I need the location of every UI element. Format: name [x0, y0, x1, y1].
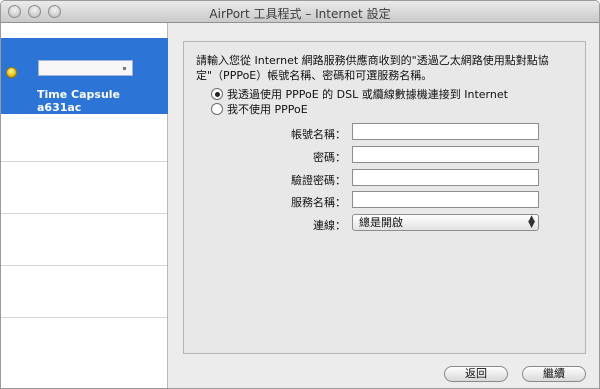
status-light-icon [6, 67, 17, 78]
radio-use-pppoe[interactable]: 我透過使用 PPPoE 的 DSL 或纜線數據機連接到 Internet [211, 86, 508, 102]
sidebar-empty-row [1, 214, 167, 266]
radio-button-checked[interactable] [211, 88, 223, 100]
sidebar-empty-row [1, 266, 167, 318]
device-name: Time Capsule a631ac [37, 88, 121, 114]
verify-password-field[interactable] [352, 169, 539, 186]
instruction-text: 請輸入您從 Internet 網路服務供應商收到的"透過乙太網路使用點對點協定"… [196, 54, 549, 82]
connection-label: 連線： [313, 219, 346, 232]
account-name-field[interactable] [352, 123, 539, 140]
title-bar: AirPort 工具程式 – Internet 設定 [1, 1, 599, 23]
sidebar-empty-row [1, 114, 167, 162]
connection-popup[interactable]: 總是開啟 ▲ ▼ [352, 214, 539, 231]
password-label: 密碼： [313, 151, 346, 164]
service-name-field[interactable] [352, 191, 539, 208]
radio-label: 我透過使用 PPPoE 的 DSL 或纜線數據機連接到 Internet [227, 88, 508, 101]
connection-value: 總是開啟 [359, 216, 403, 229]
up-down-arrows-icon: ▲ ▼ [528, 214, 535, 230]
device-image [38, 60, 133, 76]
back-button[interactable]: 返回 [444, 366, 508, 382]
password-field[interactable] [352, 146, 539, 163]
device-sidebar: Time Capsule a631ac [1, 23, 168, 388]
continue-button[interactable]: 繼續 [522, 366, 586, 382]
radio-button[interactable] [211, 103, 223, 115]
airport-utility-window: AirPort 工具程式 – Internet 設定 Time Capsule … [0, 0, 600, 389]
account-name-label: 帳號名稱： [291, 128, 346, 141]
service-name-label: 服務名稱： [291, 196, 346, 209]
verify-password-label: 驗證密碼： [291, 174, 346, 187]
radio-no-pppoe[interactable]: 我不使用 PPPoE [211, 101, 308, 117]
sidebar-empty-row [1, 162, 167, 214]
radio-label: 我不使用 PPPoE [227, 103, 308, 116]
pppoe-settings-panel: 請輸入您從 Internet 網路服務供應商收到的"透過乙太網路使用點對點協定"… [183, 41, 586, 354]
sidebar-item-time-capsule[interactable]: Time Capsule a631ac [1, 38, 168, 114]
window-title: AirPort 工具程式 – Internet 設定 [209, 7, 391, 21]
